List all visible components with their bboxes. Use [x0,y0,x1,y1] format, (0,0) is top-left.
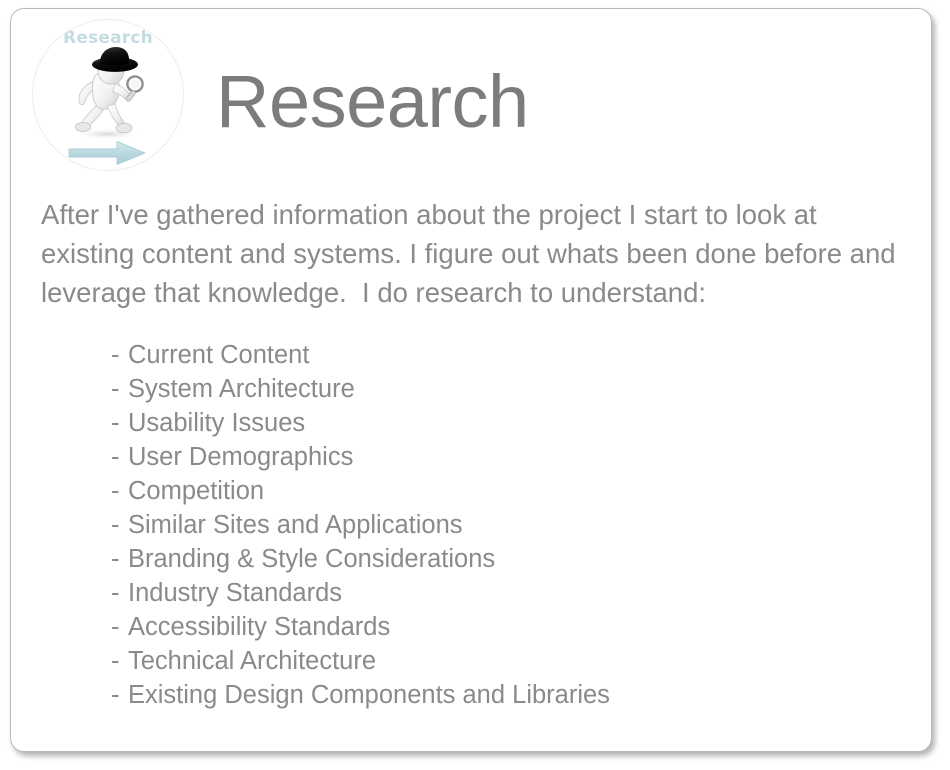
list-item-dash: - [111,613,120,641]
list-item-label: Existing Design Components and Libraries [128,681,610,709]
list-item-dash: - [111,681,120,709]
research-logo-badge: Research [32,19,184,171]
intro-paragraph: After I've gathered information about th… [41,199,904,308]
list-item-label: System Architecture [128,375,355,403]
list-item: - Current Content [111,338,921,372]
list-item: - Technical Architecture [111,644,921,678]
list-item: - Existing Design Components and Librarie… [111,678,921,712]
slide-card: Research Research After I've gathered in… [10,8,932,752]
list-item: - Usability Issues [111,406,921,440]
list-item-dash: - [111,341,120,369]
list-item-dash: - [111,545,120,573]
list-item: - Accessibility Standards [111,610,921,644]
list-item-dash: - [111,443,120,471]
list-item: - Similar Sites and Applications [111,508,921,542]
list-item: - Branding & Style Considerations [111,542,921,576]
list-item-label: Similar Sites and Applications [128,511,463,539]
list-item: - Industry Standards [111,576,921,610]
arrow-right-icon [68,141,146,165]
list-item-label: Competition [128,477,265,505]
slide-body: After I've gathered information about th… [41,195,921,712]
list-item: - System Architecture [111,372,921,406]
list-item-dash: - [111,579,120,607]
list-item-dash: - [111,375,120,403]
list-item-label: Branding & Style Considerations [128,545,496,573]
list-item: - User Demographics [111,440,921,474]
list-item-label: Accessibility Standards [128,613,391,641]
research-topics-list: - Current Content - System Architecture -U… [41,338,921,712]
slide-root: Research Research After I've gathered in… [0,0,950,770]
list-item-label: Current Content [128,341,310,369]
magnifying-glass-icon [125,75,144,102]
fedora-hat-icon [92,47,138,72]
page-title: Research [216,60,529,143]
list-item-label: Technical Architecture [128,647,377,675]
slide-header: Research Research [11,9,931,199]
list-item-label: Usability Issues [128,409,306,437]
detective-walking-icon [73,47,144,140]
list-item-label: Industry Standards [128,579,343,607]
list-item-dash: - [111,511,120,539]
list-item-dash: - [111,409,120,437]
list-item-label: User Demographics [128,443,354,471]
list-item: - Competition [111,474,921,508]
list-item-dash: - [111,647,120,675]
list-item-dash: - [111,477,120,505]
